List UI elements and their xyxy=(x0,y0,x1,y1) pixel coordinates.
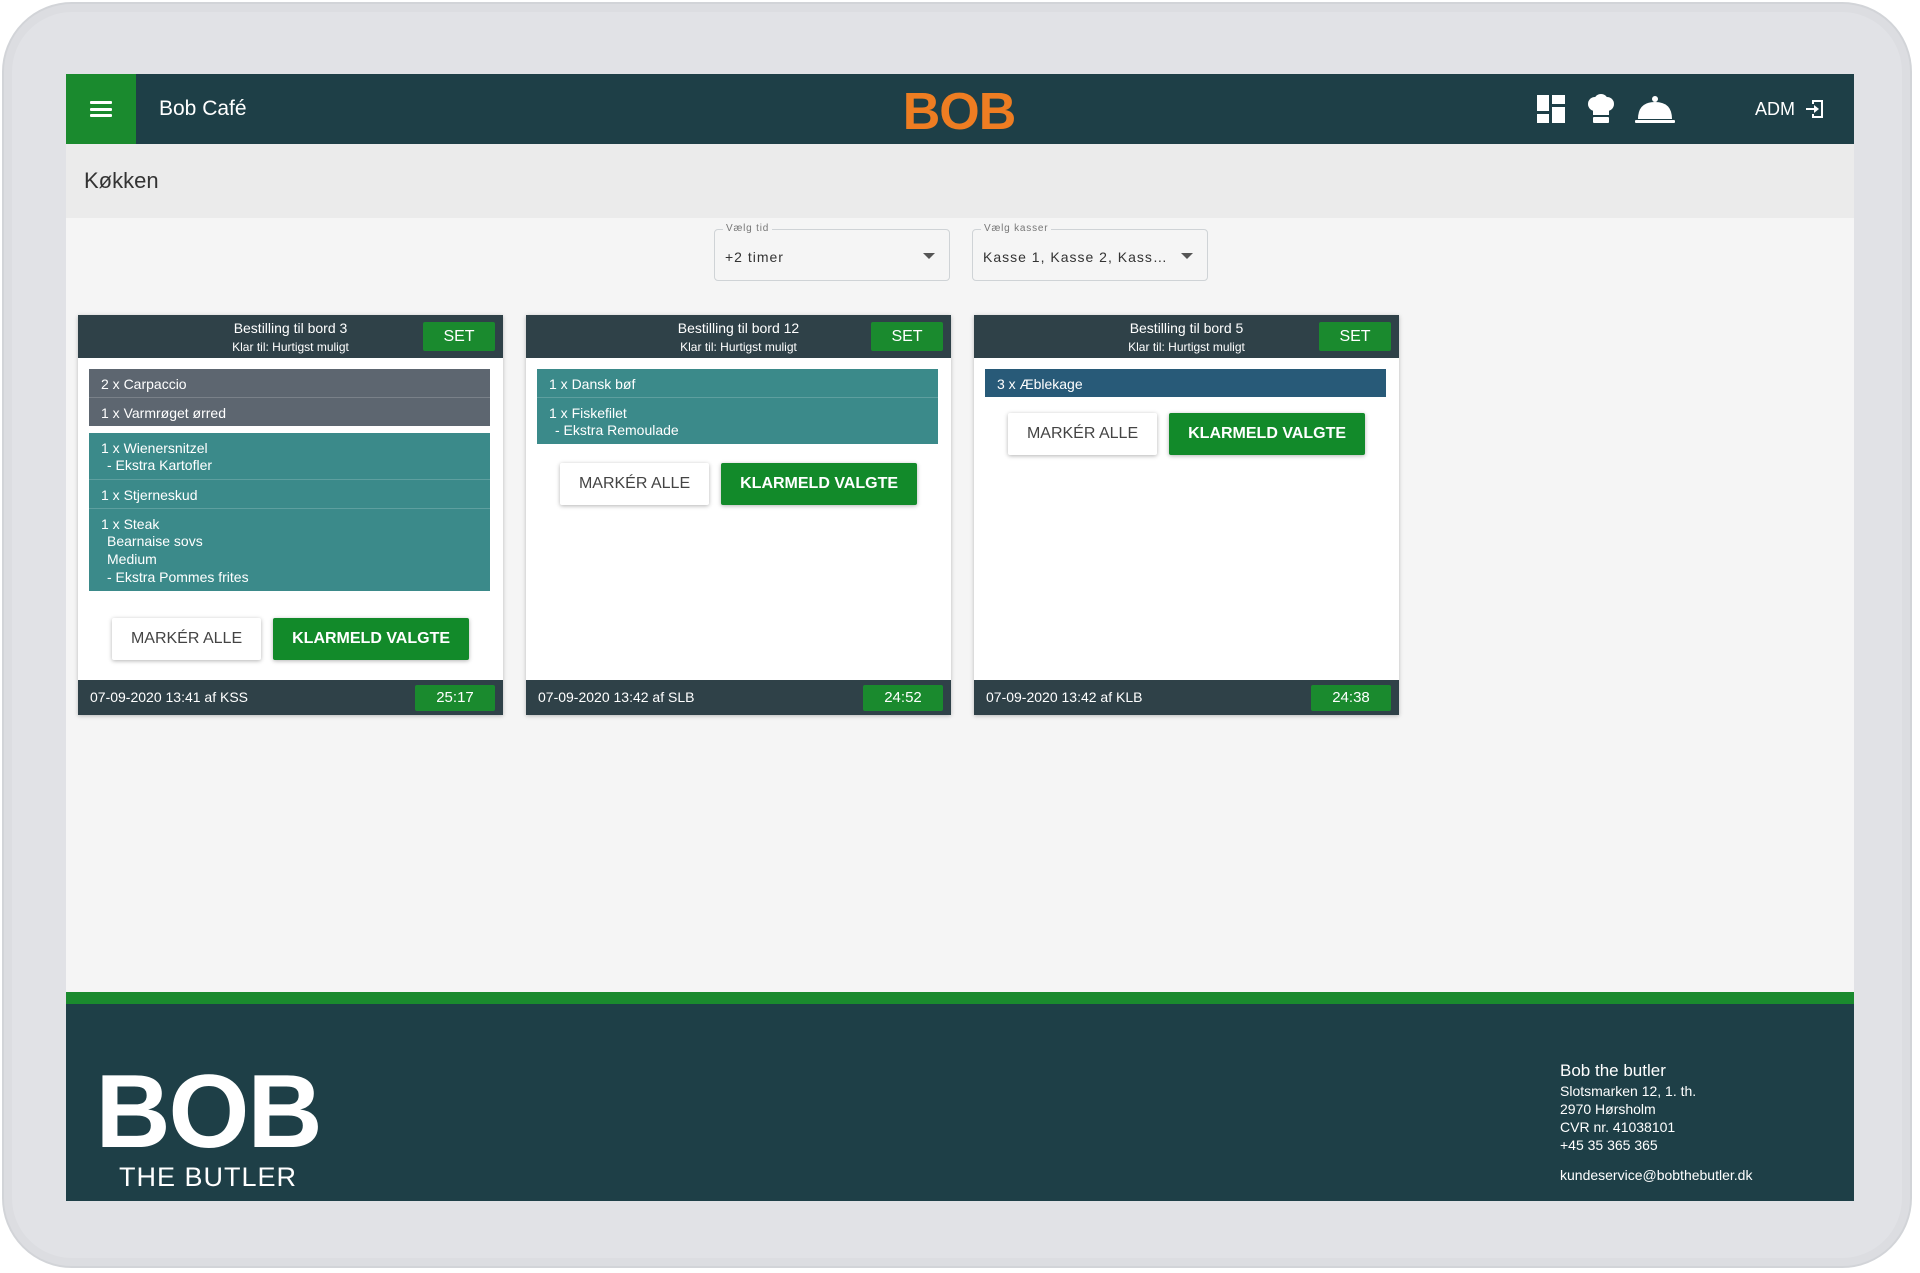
time-select[interactable]: Vælg tid +2 timer xyxy=(714,223,950,281)
order-item-modifier: - Ekstra Pommes frites xyxy=(107,569,249,585)
order-item[interactable]: 1 x Varmrøget ørred xyxy=(89,398,490,426)
menu-icon xyxy=(90,101,112,117)
order-item-modifier: - Ekstra Kartofler xyxy=(107,457,213,473)
order-actions: MARKÉR ALLE KLARMELD VALGTE xyxy=(526,463,951,505)
order-card: Bestilling til bord 5 Klar til: Hurtigst… xyxy=(974,315,1399,715)
logout-icon[interactable] xyxy=(1803,97,1827,121)
mark-all-button[interactable]: MARKÉR ALLE xyxy=(559,463,710,505)
chevron-down-icon xyxy=(923,253,935,259)
order-item[interactable]: 1 x Stjerneskud xyxy=(89,480,490,509)
chevron-down-icon xyxy=(1181,253,1193,259)
page-header: Køkken xyxy=(66,144,1854,218)
order-items: 3 x Æblekage xyxy=(985,369,1386,404)
footer-accent-line xyxy=(66,992,1854,1004)
brand-logo-text: BOB xyxy=(904,85,1014,135)
company-phone: +45 35 365 365 xyxy=(1560,1137,1658,1153)
top-bar: Bob Café BOB ADM xyxy=(66,74,1854,144)
order-item[interactable]: 1 x Wienersnitzel - Ekstra Kartofler xyxy=(89,433,490,480)
order-items: 1 x Dansk bøf 1 x Fiskefilet - Ekstra Re… xyxy=(537,369,938,451)
app-screen: Bob Café BOB ADM Køkken Vælg tid +2 time… xyxy=(66,74,1854,1201)
menu-button[interactable] xyxy=(66,74,136,144)
order-card: Bestilling til bord 3 Klar til: Hurtigst… xyxy=(78,315,503,715)
set-button[interactable]: SET xyxy=(871,322,943,351)
order-timer: 24:38 xyxy=(1311,685,1391,711)
mark-all-button[interactable]: MARKÉR ALLE xyxy=(1007,413,1158,455)
order-items: 2 x Carpaccio 1 x Varmrøget ørred 1 x Wi… xyxy=(89,369,490,598)
report-ready-button[interactable]: KLARMELD VALGTE xyxy=(273,618,470,660)
report-ready-button[interactable]: KLARMELD VALGTE xyxy=(1169,413,1366,455)
order-item[interactable]: 1 x Fiskefilet - Ekstra Remoulade xyxy=(537,398,938,444)
order-item-modifier: Bearnaise sovs xyxy=(107,533,203,549)
cloche-icon[interactable] xyxy=(1633,91,1677,127)
order-card-header: Bestilling til bord 3 Klar til: Hurtigst… xyxy=(78,315,503,358)
order-item-modifier: Medium xyxy=(107,551,157,567)
company-address-line2: 2970 Hørsholm xyxy=(1560,1101,1656,1117)
report-ready-button[interactable]: KLARMELD VALGTE xyxy=(721,463,918,505)
order-item-name: 1 x Varmrøget ørred xyxy=(101,405,226,421)
order-actions: MARKÉR ALLE KLARMELD VALGTE xyxy=(974,413,1399,455)
mark-all-button[interactable]: MARKÉR ALLE xyxy=(111,618,262,660)
dashboard-icon[interactable] xyxy=(1533,91,1569,127)
footer-logo-text: BOB xyxy=(98,1057,321,1170)
course-group: 3 x Æblekage xyxy=(985,369,1386,397)
order-card: Bestilling til bord 12 Klar til: Hurtigs… xyxy=(526,315,951,715)
order-item-name: 1 x Dansk bøf xyxy=(549,376,636,392)
footer: BOB THE BUTLER Bob the butler Slotsmarke… xyxy=(66,1004,1854,1201)
page-title: Køkken xyxy=(84,168,159,193)
company-email-link[interactable]: kundeservice@bobthebutler.dk xyxy=(1560,1166,1752,1184)
order-item[interactable]: 1 x Steak Bearnaise sovs Medium - Ekstra… xyxy=(89,509,490,591)
company-cvr: CVR nr. 41038101 xyxy=(1560,1119,1676,1135)
course-group: 2 x Carpaccio 1 x Varmrøget ørred xyxy=(89,369,490,426)
course-group: 1 x Wienersnitzel - Ekstra Kartofler 1 x… xyxy=(89,433,490,591)
order-card-header: Bestilling til bord 5 Klar til: Hurtigst… xyxy=(974,315,1399,358)
order-item-name: 2 x Carpaccio xyxy=(101,376,187,392)
set-button[interactable]: SET xyxy=(423,322,495,351)
order-timer: 24:52 xyxy=(863,685,943,711)
footer-logo: BOB THE BUTLER xyxy=(98,1057,323,1192)
order-item[interactable]: 3 x Æblekage xyxy=(985,369,1386,397)
order-created: 07-09-2020 13:41 af KSS xyxy=(90,689,249,705)
order-created: 07-09-2020 13:42 af KLB xyxy=(986,689,1143,705)
order-item-modifier: - Ekstra Remoulade xyxy=(555,422,679,438)
order-item-name: 1 x Stjerneskud xyxy=(101,487,198,503)
company-address-line1: Slotsmarken 12, 1. th. xyxy=(1560,1083,1697,1099)
order-item-name: 3 x Æblekage xyxy=(997,376,1083,392)
order-card-footer: 07-09-2020 13:42 af SLB 24:52 xyxy=(526,680,951,715)
order-item-name: 1 x Steak xyxy=(101,516,160,532)
user-label: ADM xyxy=(1755,98,1795,119)
order-card-header: Bestilling til bord 12 Klar til: Hurtigs… xyxy=(526,315,951,358)
company-name: Bob the butler xyxy=(1560,1061,1666,1080)
order-item-name: 1 x Wienersnitzel xyxy=(101,440,208,456)
top-icon-group xyxy=(1533,74,1677,144)
order-card-footer: 07-09-2020 13:42 af KLB 24:38 xyxy=(974,680,1399,715)
order-item[interactable]: 1 x Dansk bøf xyxy=(537,369,938,398)
company-info: Bob the butler Slotsmarken 12, 1. th. 29… xyxy=(1560,1060,1752,1184)
order-actions: MARKÉR ALLE KLARMELD VALGTE xyxy=(78,618,503,660)
register-select[interactable]: Vælg kasser Kasse 1, Kasse 2, Kass… xyxy=(972,223,1208,281)
order-created: 07-09-2020 13:42 af SLB xyxy=(538,689,695,705)
course-group: 1 x Dansk bøf 1 x Fiskefilet - Ekstra Re… xyxy=(537,369,938,444)
register-select-value: Kasse 1, Kasse 2, Kass… xyxy=(983,249,1168,265)
footer-logo-subtitle: THE BUTLER xyxy=(119,1162,297,1192)
order-timer: 25:17 xyxy=(415,685,495,711)
time-select-value: +2 timer xyxy=(725,249,784,265)
order-item[interactable]: 2 x Carpaccio xyxy=(89,369,490,398)
set-button[interactable]: SET xyxy=(1319,322,1391,351)
order-item-name: 1 x Fiskefilet xyxy=(549,405,627,421)
brand-logo: BOB xyxy=(904,85,1014,135)
order-card-footer: 07-09-2020 13:41 af KSS 25:17 xyxy=(78,680,503,715)
user-menu[interactable]: ADM xyxy=(1755,74,1827,144)
chef-hat-icon[interactable] xyxy=(1583,91,1619,127)
app-title: Bob Café xyxy=(159,97,247,120)
